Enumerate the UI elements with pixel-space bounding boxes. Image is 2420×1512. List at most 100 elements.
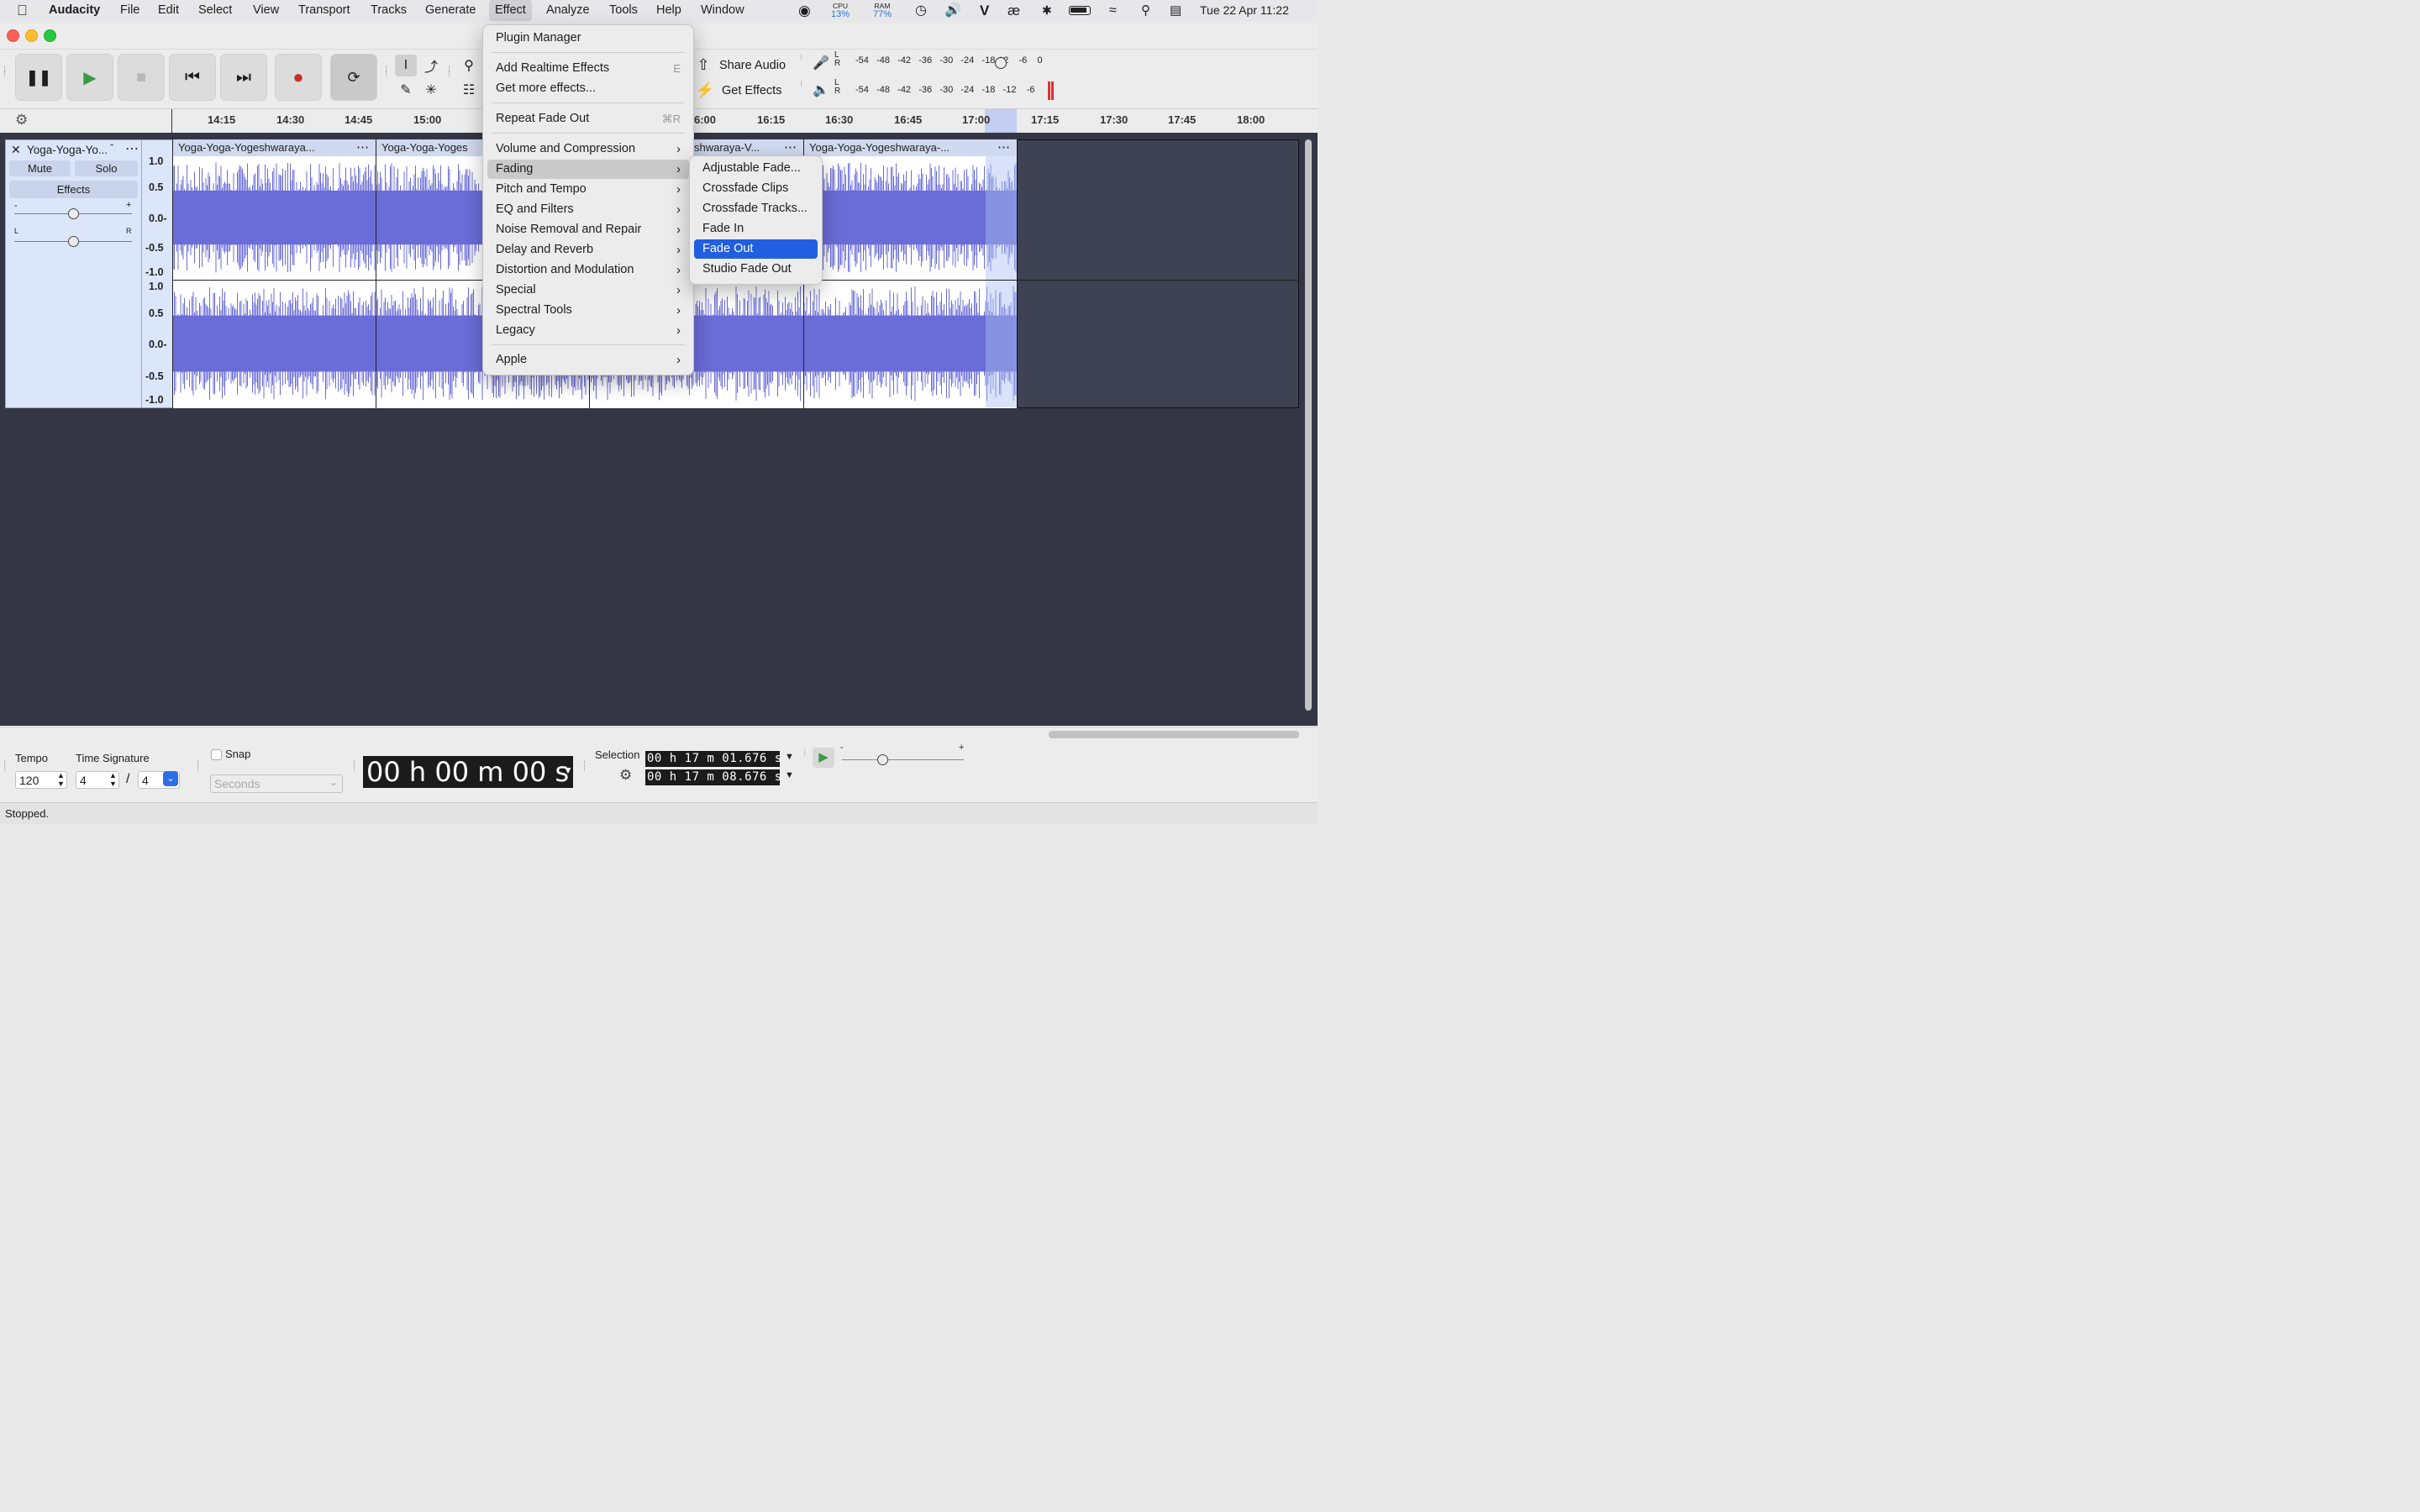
skip-to-start-button[interactable]: ⏮ <box>169 54 216 101</box>
vertical-scrollbar[interactable] <box>1305 139 1312 711</box>
time-display-dropdown-icon[interactable]: ▼ <box>563 764 573 776</box>
loop-button[interactable]: ⟳ <box>330 54 377 101</box>
play-at-speed-grip[interactable]: ⁝ <box>803 749 808 758</box>
menu-item-repeat-fade-out[interactable]: Repeat Fade Out ⌘R <box>487 109 689 129</box>
time-display[interactable]: 00 h 00 m 00 s <box>363 756 573 788</box>
menu-item-fade-in[interactable]: Fade In <box>694 219 818 239</box>
spotlight-search-icon[interactable]: ⚲ <box>1141 0 1150 21</box>
numerator-stepper-icon[interactable]: ▲ ▼ <box>109 771 117 788</box>
horizontal-scrollbar-thumb[interactable] <box>1049 731 1299 738</box>
track-name[interactable]: Yoga-Yoga-Yo... <box>27 144 108 156</box>
multi-tool-icon[interactable]: ✳ <box>420 79 442 101</box>
menu-item-fading[interactable]: Fading › <box>487 160 689 179</box>
solo-button[interactable]: Solo <box>75 160 138 176</box>
menu-item-distortion-and-modulation[interactable]: Distortion and Modulation › <box>487 260 689 280</box>
v-app-icon[interactable]: V <box>980 0 989 21</box>
record-button[interactable]: ● <box>275 54 322 101</box>
bluetooth-icon[interactable]: ✱ <box>1042 0 1052 21</box>
trim-audio-icon[interactable]: ☷ <box>458 79 480 101</box>
close-track-icon[interactable]: ✕ <box>11 143 21 157</box>
selection-tool-icon[interactable]: I <box>395 55 417 76</box>
mute-button[interactable]: Mute <box>9 160 71 176</box>
close-window-icon[interactable] <box>7 29 19 42</box>
menu-file[interactable]: File <box>120 0 139 21</box>
play-meter-clip-indicator[interactable] <box>1047 81 1055 100</box>
gain-slider-thumb[interactable] <box>68 208 79 219</box>
zoom-window-icon[interactable] <box>44 29 56 42</box>
clock[interactable]: Tue 22 Apr 11:22 <box>1200 0 1289 21</box>
menu-item-get-more-effects[interactable]: Get more effects... <box>487 79 689 98</box>
tempo-stepper-icon[interactable]: ▲ ▼ <box>57 771 65 788</box>
menu-item-crossfade-clips[interactable]: Crossfade Clips <box>694 179 818 198</box>
menu-item-delay-and-reverb[interactable]: Delay and Reverb › <box>487 240 689 260</box>
menu-tools[interactable]: Tools <box>609 0 638 21</box>
tools-grip[interactable]: ⁝ ⁝ <box>385 66 390 79</box>
waveform-right-channel[interactable] <box>173 280 376 407</box>
timeline-settings-gear-icon[interactable]: ⚙ <box>15 112 28 129</box>
wifi-icon[interactable]: ≈ <box>1109 0 1117 21</box>
menu-transport[interactable]: Transport <box>298 0 350 21</box>
clip-menu-icon[interactable]: ⋯ <box>997 139 1010 155</box>
share-audio-icon[interactable]: ⇧ <box>692 54 714 76</box>
zoom-in-icon[interactable]: ⚲ <box>458 55 480 76</box>
timer-icon[interactable]: ◷ <box>915 0 927 21</box>
skip-to-end-button[interactable]: ⏭ <box>220 54 267 101</box>
menu-app-name[interactable]: Audacity <box>49 0 100 21</box>
menu-item-noise-removal-and-repair[interactable]: Noise Removal and Repair › <box>487 220 689 239</box>
menu-item-fade-out[interactable]: Fade Out <box>694 239 818 259</box>
stop-button[interactable]: ■ <box>118 54 165 101</box>
pan-slider-thumb[interactable] <box>68 236 79 247</box>
menu-item-spectral-tools[interactable]: Spectral Tools › <box>487 301 689 320</box>
volume-icon[interactable]: 🔊 <box>944 0 961 21</box>
waveform-left-channel[interactable] <box>173 156 376 279</box>
selection-end-time[interactable]: 00 h 17 m 08.676 s <box>645 769 781 785</box>
track-effects-button[interactable]: Effects <box>9 181 138 198</box>
time-signature-grip[interactable]: ⁝ ⁝ <box>3 760 8 774</box>
menu-edit[interactable]: Edit <box>158 0 179 21</box>
plug-icon[interactable]: ⚡ <box>694 79 716 101</box>
selection-start-dropdown-icon[interactable]: ▼ <box>785 752 794 762</box>
cpu-monitor[interactable]: CPU 13% <box>829 2 852 20</box>
ae-app-icon[interactable]: æ <box>1007 0 1020 21</box>
track-menu-icon[interactable]: ⋯ <box>125 140 139 157</box>
record-meter-slider[interactable] <box>995 57 1007 69</box>
menu-item-studio-fade-out[interactable]: Studio Fade Out <box>694 260 818 279</box>
menu-generate[interactable]: Generate <box>425 0 476 21</box>
apple-icon[interactable]:  <box>17 0 28 21</box>
playback-speed-thumb[interactable] <box>877 754 888 765</box>
empty-track-region[interactable] <box>1017 139 1299 408</box>
clip-title[interactable]: Yoga-Yoga-Yogeshwaraya... <box>173 139 376 156</box>
menu-tracks[interactable]: Tracks <box>371 0 407 21</box>
selection-start-time[interactable]: 00 h 17 m 01.676 s <box>645 751 781 767</box>
toolbar-grip[interactable]: ⁝ ⁝ <box>3 66 8 79</box>
podcast-status-icon[interactable]: ◉ <box>798 0 811 21</box>
selection-end-dropdown-icon[interactable]: ▼ <box>785 770 794 780</box>
menu-item-pitch-and-tempo[interactable]: Pitch and Tempo › <box>487 180 689 199</box>
menu-view[interactable]: View <box>253 0 279 21</box>
record-meter-grip[interactable]: ⁝ <box>800 54 805 62</box>
menu-effect[interactable]: Effect <box>489 0 532 21</box>
menu-window[interactable]: Window <box>701 0 744 21</box>
playback-speed-slider[interactable] <box>842 759 964 760</box>
menu-item-eq-and-filters[interactable]: EQ and Filters › <box>487 200 689 219</box>
menu-item-apple[interactable]: Apple › <box>487 350 689 370</box>
menu-item-volume-and-compression[interactable]: Volume and Compression › <box>487 139 689 159</box>
snap-grip[interactable]: ⁝ ⁝ <box>197 760 202 774</box>
snap-checkbox[interactable] <box>211 749 222 760</box>
menu-help[interactable]: Help <box>656 0 681 21</box>
selection-settings-gear-icon[interactable]: ⚙ <box>619 767 632 784</box>
clip-menu-icon[interactable]: ⋯ <box>784 139 797 155</box>
menu-item-crossfade-tracks[interactable]: Crossfade Tracks... <box>694 199 818 218</box>
play-meter-scale[interactable]: -54 -48 -42 -36 -30 -24 -18 -12 -6 <box>855 85 1034 95</box>
pause-button[interactable]: ❚❚ <box>15 54 62 101</box>
menu-item-plugin-manager[interactable]: Plugin Manager <box>487 29 689 48</box>
menu-item-add-realtime-effects[interactable]: Add Realtime Effects E <box>487 59 689 78</box>
audio-clip[interactable]: Yoga-Yoga-Yogeshwaraya... ⋯ <box>172 139 376 408</box>
control-center-icon[interactable]: ▤ <box>1170 0 1181 21</box>
chevron-down-icon[interactable]: ⌄ <box>163 771 178 786</box>
menu-item-legacy[interactable]: Legacy › <box>487 321 689 340</box>
menu-analyze[interactable]: Analyze <box>546 0 590 21</box>
minimize-window-icon[interactable] <box>25 29 38 42</box>
menu-item-special[interactable]: Special › <box>487 281 689 300</box>
menu-select[interactable]: Select <box>198 0 232 21</box>
